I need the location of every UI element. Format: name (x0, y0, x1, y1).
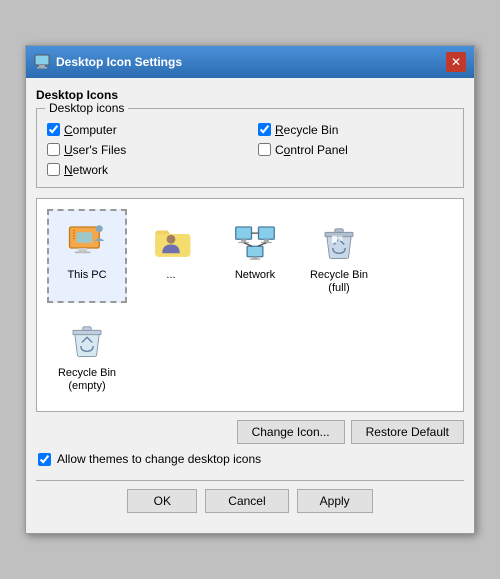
checkbox-recycle-bin-input[interactable] (258, 123, 271, 136)
window-icon (34, 54, 50, 70)
change-icon-button[interactable]: Change Icon... (237, 420, 345, 444)
icon-recycle-empty-label: Recycle Bin(empty) (58, 367, 116, 393)
checkbox-recycle-bin[interactable]: Recycle Bin (258, 123, 453, 137)
checkbox-users-files[interactable]: User's Files (47, 143, 242, 157)
close-button[interactable]: ✕ (446, 52, 466, 72)
icon-this-pc-label: This PC (67, 269, 106, 282)
icons-area: This PC ... (36, 198, 464, 413)
icon-users-files-label: ... (166, 269, 175, 282)
checkbox-network-input[interactable] (47, 163, 60, 176)
window-title: Desktop Icon Settings (56, 55, 182, 69)
window-body: Desktop Icons Desktop icons Computer Rec… (26, 78, 474, 534)
icon-network-label: Network (235, 269, 275, 282)
footer-divider (36, 480, 464, 481)
checkbox-computer[interactable]: Computer (47, 123, 242, 137)
checkbox-control-panel[interactable]: Control Panel (258, 143, 453, 157)
desktop-icons-label: Desktop Icons (36, 88, 464, 102)
allow-themes-checkbox-row[interactable]: Allow themes to change desktop icons (36, 452, 464, 466)
checkbox-control-panel-input[interactable] (258, 143, 271, 156)
checkbox-network[interactable]: Network (47, 163, 242, 177)
checkbox-network-label: Network (64, 163, 108, 177)
footer-buttons: OK Cancel Apply (36, 489, 464, 523)
desktop-icons-group: Desktop icons Computer Recycle Bin User'… (36, 108, 464, 188)
icon-recycle-bin-empty[interactable]: Recycle Bin(empty) (47, 307, 127, 401)
apply-button[interactable]: Apply (297, 489, 373, 513)
ok-button[interactable]: OK (127, 489, 197, 513)
checkbox-control-panel-label: Control Panel (275, 143, 348, 157)
checkbox-users-files-input[interactable] (47, 143, 60, 156)
recycle-full-icon (315, 217, 363, 265)
icon-network[interactable]: Network (215, 209, 295, 303)
icon-users-files[interactable]: ... (131, 209, 211, 303)
checkbox-users-files-label: User's Files (64, 143, 126, 157)
checkbox-computer-label: Computer (64, 123, 117, 137)
checkboxes-grid: Computer Recycle Bin User's Files Contro… (47, 123, 453, 177)
this-pc-icon (63, 217, 111, 265)
checkbox-recycle-bin-label: Recycle Bin (275, 123, 338, 137)
title-bar: Desktop Icon Settings ✕ (26, 46, 474, 78)
icon-recycle-bin-full[interactable]: Recycle Bin(full) (299, 209, 379, 303)
recycle-empty-icon (63, 315, 111, 363)
icon-action-buttons: Change Icon... Restore Default (36, 420, 464, 444)
icon-recycle-full-label: Recycle Bin(full) (310, 269, 368, 295)
group-title: Desktop icons (45, 101, 128, 115)
checkbox-computer-input[interactable] (47, 123, 60, 136)
title-bar-left: Desktop Icon Settings (34, 54, 182, 70)
allow-themes-checkbox[interactable] (38, 453, 51, 466)
dialog-window: Desktop Icon Settings ✕ Desktop Icons De… (25, 45, 475, 535)
cancel-button[interactable]: Cancel (205, 489, 288, 513)
restore-default-button[interactable]: Restore Default (351, 420, 464, 444)
users-files-icon (147, 217, 195, 265)
network-icon (231, 217, 279, 265)
icon-this-pc[interactable]: This PC (47, 209, 127, 303)
allow-themes-label: Allow themes to change desktop icons (57, 452, 261, 466)
